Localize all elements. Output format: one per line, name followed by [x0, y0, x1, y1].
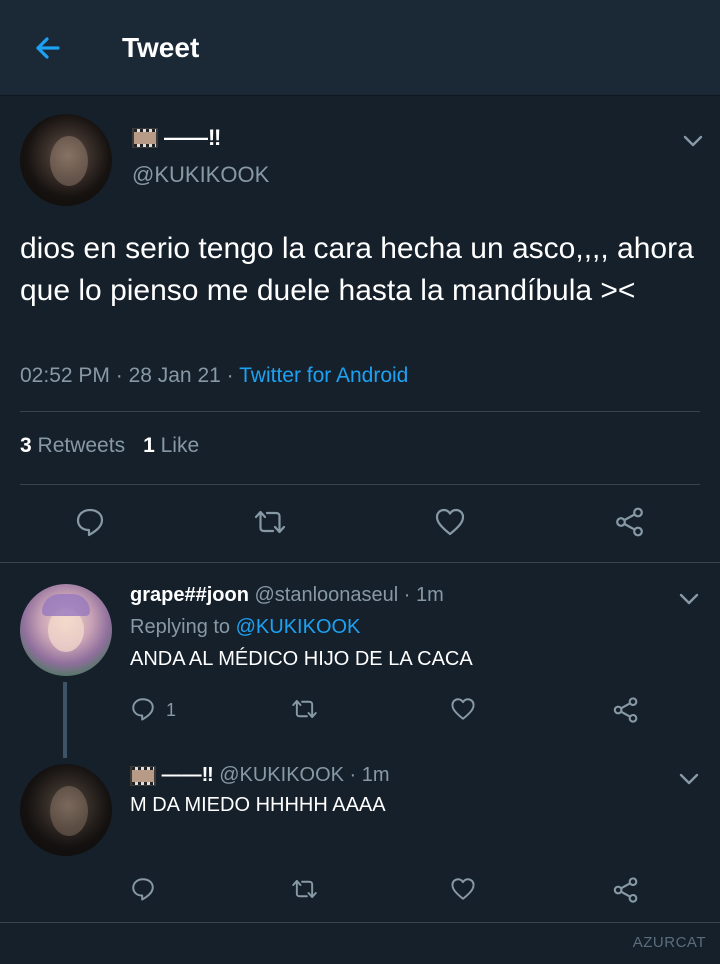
avatar[interactable]	[20, 764, 112, 856]
retweets-label: Retweets	[37, 434, 126, 457]
reply-icon	[132, 698, 154, 721]
tweet-source-link[interactable]: Twitter for Android	[239, 364, 408, 387]
reply-menu-button[interactable]	[676, 586, 702, 612]
reply-time: 1m	[361, 764, 390, 786]
tweet-author-handle[interactable]: @KUKIKOOK	[132, 162, 269, 188]
heart-icon	[451, 878, 475, 900]
share-button[interactable]	[612, 876, 640, 904]
reply-time: 1m	[416, 584, 444, 606]
divider	[20, 484, 700, 485]
retweets-count: 3	[20, 434, 32, 457]
share-icon	[613, 697, 638, 723]
meta-separator: ·	[109, 364, 129, 387]
reply-icon	[132, 878, 154, 901]
retweet-icon	[292, 879, 317, 899]
chevron-down-icon	[683, 135, 703, 147]
retweet-icon	[292, 699, 317, 719]
share-icon	[616, 507, 643, 537]
reply-text: M DA MIEDO HHHHH AAAA	[130, 794, 386, 816]
tweet-date: 28 Jan 21	[128, 364, 221, 387]
chevron-down-icon	[679, 773, 699, 785]
share-button[interactable]	[614, 506, 646, 538]
reply-author-name[interactable]: grape##joon	[130, 584, 249, 606]
reply-button[interactable]	[130, 876, 156, 902]
film-frame-icon	[130, 765, 156, 786]
reply-author-handle[interactable]: @KUKIKOOK	[219, 764, 344, 786]
divider	[0, 562, 720, 563]
likes-label: Like	[160, 434, 200, 457]
heart-icon	[435, 508, 465, 536]
retweet-button[interactable]	[290, 876, 319, 902]
retweet-icon	[254, 510, 286, 534]
tweet-author-name[interactable]: ——‼	[132, 124, 221, 151]
like-button[interactable]	[434, 506, 466, 538]
back-button[interactable]	[28, 28, 68, 68]
reply-text: ANDA AL MÉDICO HIJO DE LA CACA	[130, 648, 473, 670]
reply-button[interactable]	[130, 696, 156, 722]
avatar[interactable]	[20, 114, 112, 206]
top-app-bar: Tweet	[0, 0, 720, 96]
reply-button[interactable]	[74, 506, 106, 538]
meta-separator: ·	[344, 764, 362, 786]
like-button[interactable]	[450, 876, 476, 902]
tweet-meta: 02:52 PM · 28 Jan 21 · Twitter for Andro…	[20, 364, 408, 388]
retweet-button[interactable]	[290, 696, 319, 722]
meta-separator: ·	[398, 584, 416, 606]
likes-count: 1	[143, 434, 155, 457]
reply-count: 1	[166, 700, 177, 720]
reply-icon	[76, 508, 104, 537]
arrow-left-icon[interactable]	[28, 28, 68, 68]
tweet-time: 02:52 PM	[20, 364, 110, 387]
likes-stat[interactable]: 1 Like	[143, 434, 199, 457]
heart-icon	[451, 698, 475, 720]
thread-connector	[63, 682, 67, 758]
reply-author-line: grape##joon @stanloonaseul · 1m	[130, 584, 444, 607]
divider	[20, 411, 700, 412]
replying-to-link[interactable]: @KUKIKOOK	[236, 616, 361, 638]
tweet-menu-button[interactable]	[680, 128, 706, 154]
avatar[interactable]	[20, 584, 112, 676]
page-title: Tweet	[122, 32, 200, 63]
reply-author-handle[interactable]: @stanloonaseul	[254, 584, 398, 606]
like-button[interactable]	[450, 696, 476, 722]
share-button[interactable]	[612, 696, 640, 724]
meta-separator: ·	[220, 364, 240, 387]
replying-to: Replying to @KUKIKOOK	[130, 616, 360, 639]
retweet-button[interactable]	[252, 506, 288, 538]
film-frame-icon	[132, 128, 158, 149]
reply-menu-button[interactable]	[676, 766, 702, 792]
tweet-text: dios en serio tengo la cara hecha un asc…	[20, 232, 694, 307]
share-icon	[613, 877, 638, 903]
retweets-stat[interactable]: 3 Retweets	[20, 434, 125, 457]
reply-author-name[interactable]: ——‼	[162, 764, 214, 786]
replying-prefix: Replying to	[130, 616, 231, 638]
tweet-stats: 3 Retweets 1 Like	[20, 434, 199, 458]
chevron-down-icon	[679, 593, 699, 605]
reply-author-line: ——‼ @KUKIKOOK · 1m	[130, 764, 390, 787]
divider	[0, 922, 720, 923]
watermark: AZURCAT	[632, 934, 706, 951]
